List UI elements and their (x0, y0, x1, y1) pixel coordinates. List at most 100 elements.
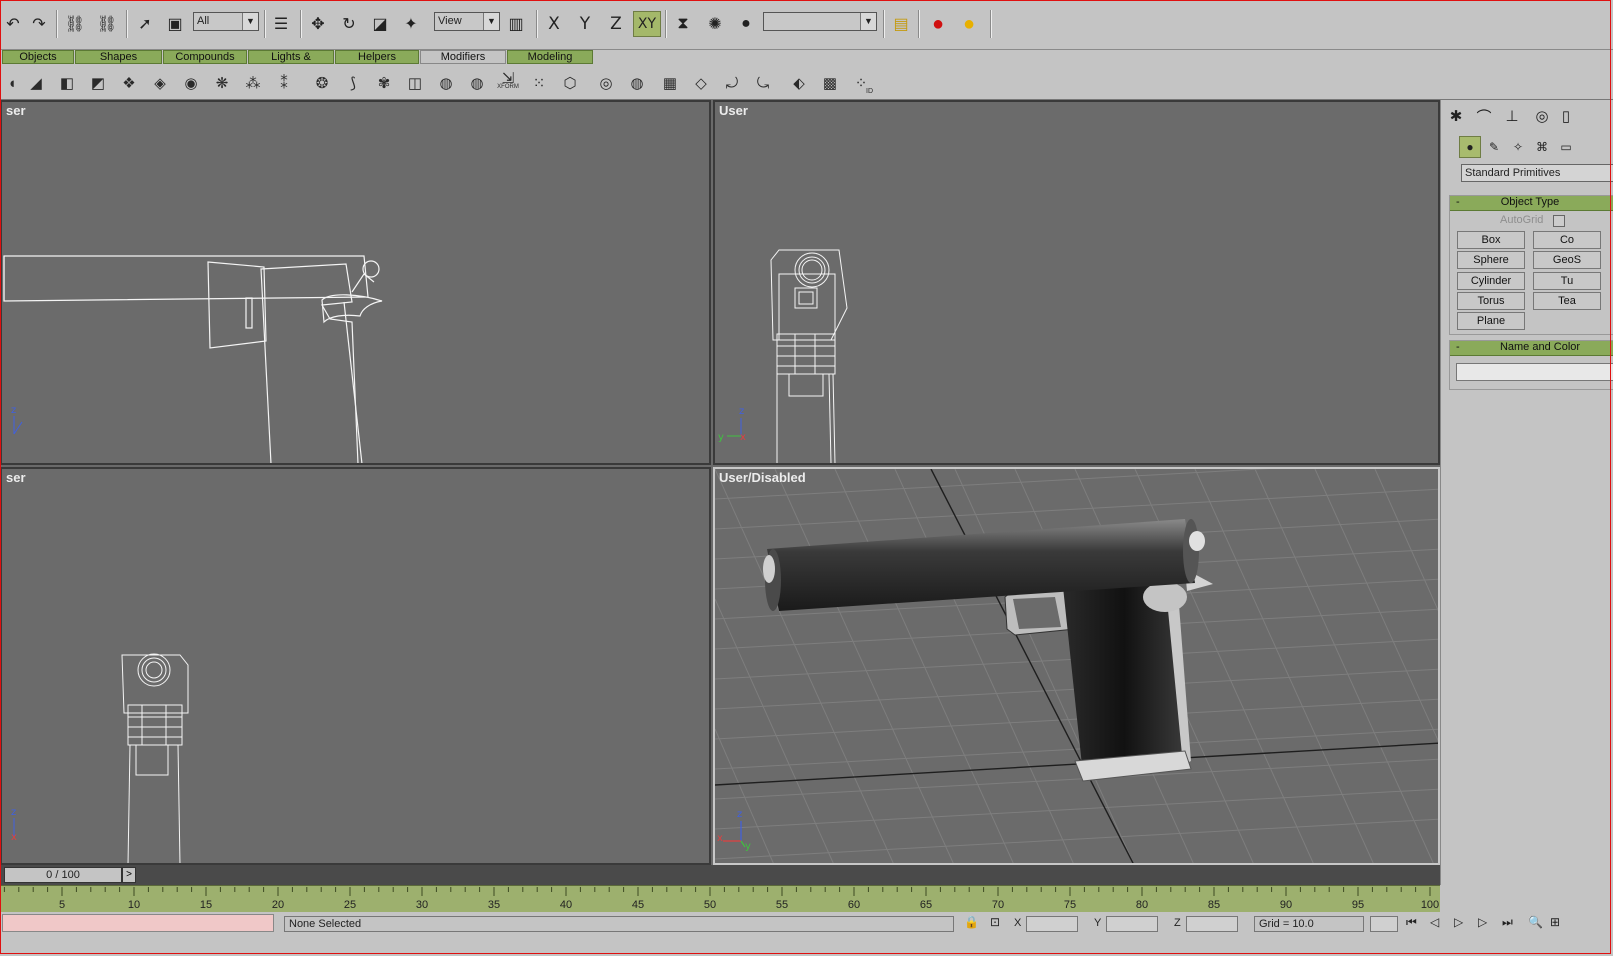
ffd-icon[interactable]: ❋ (210, 71, 234, 95)
sphere-button[interactable]: Sphere (1457, 251, 1525, 269)
bevel-icon[interactable]: ◫ (403, 71, 427, 95)
select-and-link-icon[interactable]: ⛓ (62, 11, 88, 37)
viewport-top-right[interactable]: User z y x (713, 100, 1440, 465)
geosphere-button[interactable]: GeoS (1533, 251, 1601, 269)
transform-mode-icon[interactable]: ⊡ (990, 915, 1000, 929)
time-slider-track[interactable]: 0 / 100 > (0, 865, 1440, 885)
normal-icon[interactable]: ◍ (465, 71, 489, 95)
meshsmooth-icon[interactable]: ◍ (434, 71, 458, 95)
spherify-icon[interactable]: ◉ (179, 71, 203, 95)
wave-icon[interactable]: ⁑ (272, 71, 296, 95)
restrict-z-button[interactable]: Z (602, 11, 630, 37)
lock-icon[interactable]: 🔒 (964, 915, 979, 929)
time-slider[interactable]: 0 / 100 (4, 867, 122, 883)
helpers-icon[interactable]: ▭ (1555, 136, 1577, 158)
geometry-icon[interactable]: ● (1459, 136, 1481, 158)
maxscript-listener[interactable] (2, 914, 274, 932)
manipulate-icon[interactable]: ✦ (398, 11, 424, 37)
z-coord-input[interactable] (1186, 916, 1238, 932)
tab-lights-cameras[interactable]: Lights & Cameras (248, 50, 334, 75)
name-color-header[interactable]: - Name and Color (1450, 341, 1613, 356)
viewport-label[interactable]: User/Disabled (719, 470, 806, 485)
bend-icon[interactable]: ◖ (0, 71, 24, 95)
render-scene-icon[interactable]: ● (956, 11, 982, 37)
slice-icon[interactable]: ⬡ (558, 71, 582, 95)
select-by-name-icon[interactable]: ☰ (268, 11, 294, 37)
uvw-map-icon[interactable]: ◎ (594, 71, 618, 95)
move-icon[interactable]: ✥ (305, 11, 331, 37)
checker-map-icon[interactable]: ▩ (818, 71, 842, 95)
y-coord-input[interactable] (1106, 916, 1158, 932)
display-tab-icon[interactable]: ▯ (1553, 104, 1579, 128)
play-icon[interactable]: ▷ (1454, 915, 1463, 929)
restrict-y-button[interactable]: Y (571, 11, 599, 37)
unlink-selection-icon[interactable]: ⛓ (94, 11, 120, 37)
object-name-input[interactable] (1456, 363, 1613, 381)
material-id-icon[interactable]: ⁘ ID (849, 71, 873, 95)
teapot-button[interactable]: Tea (1533, 292, 1601, 310)
previous-frame-icon[interactable]: ◁ (1430, 915, 1439, 929)
mirror-icon[interactable]: ⧗ (670, 11, 696, 37)
primitive-type-dropdown[interactable]: Standard Primitives (1461, 164, 1613, 182)
hierarchy-tab-icon[interactable]: ⊥ (1499, 104, 1525, 128)
skin-icon[interactable]: ⤿ (751, 71, 775, 95)
restrict-xy-button[interactable]: XY (633, 11, 661, 37)
twist-icon[interactable]: ◧ (55, 71, 79, 95)
modify-tab-icon[interactable]: ⌒ (1471, 104, 1497, 128)
taper-icon[interactable]: ◢ (24, 71, 48, 95)
redo-icon[interactable]: ↷ (26, 11, 52, 37)
edit-mesh-icon[interactable]: ❂ (310, 71, 334, 95)
stretch-icon[interactable]: ❖ (117, 71, 141, 95)
tab-modeling[interactable]: Modeling (507, 50, 593, 64)
zoom-all-icon[interactable]: ⊞ (1550, 915, 1560, 929)
pivot-center-icon[interactable]: ▥ (503, 11, 529, 37)
cone-button[interactable]: Co (1533, 231, 1601, 249)
tab-objects[interactable]: Objects (2, 50, 74, 64)
tab-compounds[interactable]: Compounds (163, 50, 247, 64)
relax-icon[interactable]: ▦ (658, 71, 682, 95)
track-bar[interactable]: 5 10 15 20 25 30 35 40 45 50 55 60 65 70 75 80 85 90 95 100 (0, 885, 1440, 912)
goto-end-icon[interactable]: ⏭ (1502, 915, 1513, 930)
select-object-icon[interactable]: ➚ (132, 11, 158, 37)
motion-tab-icon[interactable]: ◎ (1529, 104, 1555, 128)
create-tab-icon[interactable]: ✱ (1443, 104, 1469, 128)
symmetry-icon[interactable]: ⁙ (527, 71, 551, 95)
autogrid-checkbox[interactable] (1553, 215, 1565, 227)
next-frame-button[interactable]: > (122, 867, 136, 883)
shapes-icon[interactable]: ✎ (1483, 136, 1505, 158)
material-editor-icon[interactable]: ● (925, 11, 951, 37)
array-icon[interactable]: ✺ (702, 11, 728, 37)
xform-icon[interactable]: ⇲ XFORM (496, 71, 520, 95)
next-frame-icon[interactable]: ▷ (1478, 915, 1487, 929)
plane-button[interactable]: Plane (1457, 312, 1525, 330)
goto-start-icon[interactable]: ⏮ (1406, 915, 1417, 930)
scale-icon[interactable]: ◪ (367, 11, 393, 37)
object-type-header[interactable]: - Object Type (1450, 196, 1613, 211)
align-icon[interactable]: ● (733, 11, 759, 37)
zoom-icon[interactable]: 🔍 (1528, 915, 1543, 929)
layer-manager-icon[interactable]: ▤ (888, 11, 914, 37)
region-select-icon[interactable]: ▣ (162, 11, 188, 37)
tab-helpers[interactable]: Helpers (335, 50, 419, 64)
noise-icon[interactable]: ◩ (86, 71, 110, 95)
x-coord-input[interactable] (1026, 916, 1078, 932)
undo-icon[interactable]: ↶ (0, 11, 26, 37)
viewport-perspective[interactable]: z x y User/Disabled (713, 467, 1440, 865)
extrude-icon[interactable]: ⟆ (341, 71, 365, 95)
lights-icon[interactable]: ✧ (1507, 136, 1529, 158)
selection-filter-dropdown[interactable]: All ▼ (193, 12, 259, 31)
cylinder-button[interactable]: Cylinder (1457, 272, 1525, 290)
squeeze-icon[interactable]: ◈ (148, 71, 172, 95)
auto-key-field[interactable] (1370, 916, 1398, 932)
lattice-icon[interactable]: ⁂ (241, 71, 265, 95)
unwrap-uvw-icon[interactable]: ◍ (625, 71, 649, 95)
viewport-bottom-left[interactable]: ser z x (0, 467, 711, 865)
cameras-icon[interactable]: ⌘ (1531, 136, 1553, 158)
rotate-icon[interactable]: ↻ (336, 11, 362, 37)
tab-modifiers[interactable]: Modifiers (420, 50, 506, 64)
torus-button[interactable]: Torus (1457, 292, 1525, 310)
tab-shapes[interactable]: Shapes (75, 50, 162, 64)
path-deform-icon[interactable]: ⤾ (720, 71, 744, 95)
named-selection-dropdown[interactable]: ▼ (763, 12, 877, 31)
restrict-x-button[interactable]: X (540, 11, 568, 37)
